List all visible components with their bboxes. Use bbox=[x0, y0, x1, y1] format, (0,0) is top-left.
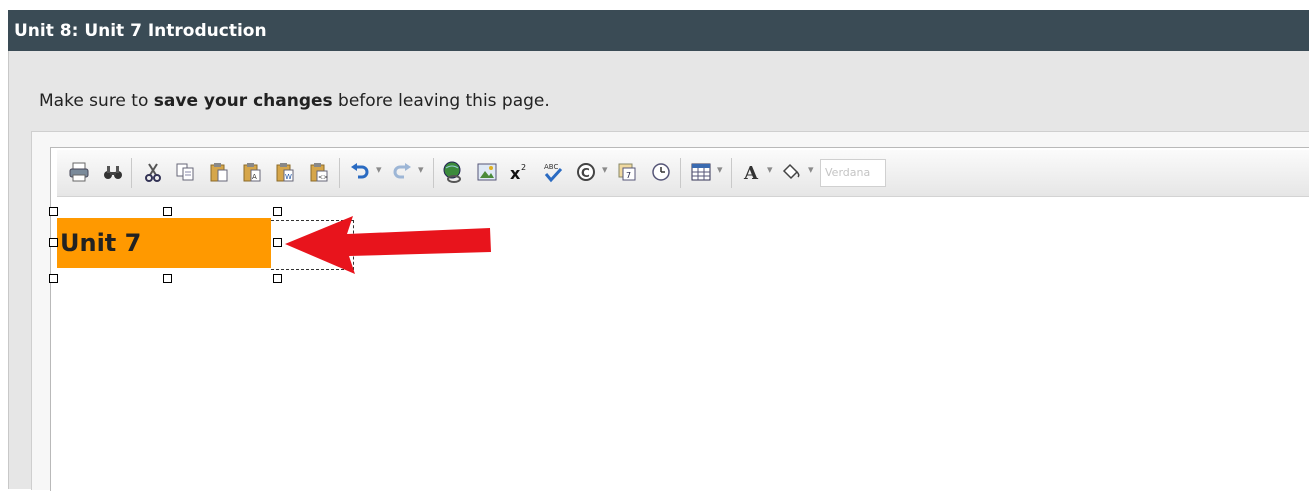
toolbar-separator bbox=[339, 158, 340, 188]
resize-handle[interactable] bbox=[273, 207, 282, 216]
notice-emphasis: save your changes bbox=[153, 91, 333, 111]
page-header: Unit 8: Unit 7 Introduction bbox=[8, 10, 1309, 51]
image-icon[interactable] bbox=[475, 160, 499, 184]
redo-dropdown-icon[interactable]: ▾ bbox=[418, 163, 424, 176]
notice-prefix: Make sure to bbox=[39, 91, 154, 111]
svg-text:W: W bbox=[285, 173, 292, 181]
annotation-arrow-icon bbox=[285, 216, 491, 274]
background-color-dropdown-icon[interactable]: ▾ bbox=[808, 163, 814, 176]
font-color-icon[interactable]: A bbox=[739, 160, 763, 184]
svg-text:A: A bbox=[743, 163, 759, 182]
rich-text-editor: A W <> ▾ ▾ x 2 ABC C ▾ 7 ▾ A ▾ ▾ Verdana bbox=[31, 131, 1309, 491]
copyright-icon[interactable]: C bbox=[574, 160, 598, 184]
table-icon[interactable] bbox=[689, 160, 713, 184]
redo-icon[interactable] bbox=[390, 160, 414, 184]
svg-text:A: A bbox=[252, 173, 257, 181]
editor-frame: A W <> ▾ ▾ x 2 ABC C ▾ 7 ▾ A ▾ ▾ Verdana bbox=[50, 147, 1309, 491]
resize-handle[interactable] bbox=[49, 274, 58, 283]
resize-handle[interactable] bbox=[49, 207, 58, 216]
resize-handle[interactable] bbox=[163, 207, 172, 216]
svg-text:7: 7 bbox=[626, 171, 631, 180]
paste-word-icon[interactable]: W bbox=[273, 160, 297, 184]
undo-dropdown-icon[interactable]: ▾ bbox=[376, 163, 382, 176]
toolbar-separator bbox=[433, 158, 434, 188]
resize-handle[interactable] bbox=[273, 274, 282, 283]
selected-text[interactable]: Unit 7 bbox=[60, 229, 141, 257]
toolbar-separator bbox=[131, 158, 132, 188]
background-color-icon[interactable] bbox=[779, 160, 803, 184]
notice-suffix: before leaving this page. bbox=[332, 91, 550, 111]
find-icon[interactable] bbox=[101, 160, 125, 184]
resize-handle[interactable] bbox=[163, 274, 172, 283]
svg-text:C: C bbox=[581, 166, 590, 180]
toolbar-separator bbox=[731, 158, 732, 188]
hyperlink-icon[interactable] bbox=[441, 160, 465, 184]
editor-toolbar: A W <> ▾ ▾ x 2 ABC C ▾ 7 ▾ A ▾ ▾ Verdana bbox=[57, 150, 1309, 197]
svg-text:x: x bbox=[510, 164, 521, 182]
undo-icon[interactable] bbox=[348, 160, 372, 184]
paste-text-icon[interactable]: A bbox=[240, 160, 264, 184]
spellcheck-icon[interactable]: ABC bbox=[541, 160, 565, 184]
toolbar-separator bbox=[680, 158, 681, 188]
paste-icon[interactable] bbox=[207, 160, 231, 184]
cut-icon[interactable] bbox=[141, 160, 165, 184]
svg-text:<>: <> bbox=[318, 174, 328, 181]
paste-html-icon[interactable]: <> bbox=[307, 160, 331, 184]
resize-handle[interactable] bbox=[273, 238, 282, 247]
svg-text:2: 2 bbox=[521, 163, 526, 172]
time-icon[interactable] bbox=[649, 160, 673, 184]
font-family-select[interactable]: Verdana bbox=[820, 159, 886, 187]
table-dropdown-icon[interactable]: ▾ bbox=[717, 163, 723, 176]
editor-panel: Make sure to save your changes before le… bbox=[8, 51, 1309, 491]
superscript-icon[interactable]: x2 bbox=[507, 160, 531, 184]
symbol-dropdown-icon[interactable]: ▾ bbox=[602, 163, 608, 176]
svg-text:ABC: ABC bbox=[544, 163, 558, 171]
print-icon[interactable] bbox=[67, 160, 91, 184]
resize-handle[interactable] bbox=[49, 238, 58, 247]
font-color-dropdown-icon[interactable]: ▾ bbox=[767, 163, 773, 176]
save-notice: Make sure to save your changes before le… bbox=[39, 91, 550, 111]
date-icon[interactable]: 7 bbox=[615, 160, 639, 184]
page-title: Unit 8: Unit 7 Introduction bbox=[14, 21, 267, 41]
copy-icon[interactable] bbox=[173, 160, 197, 184]
